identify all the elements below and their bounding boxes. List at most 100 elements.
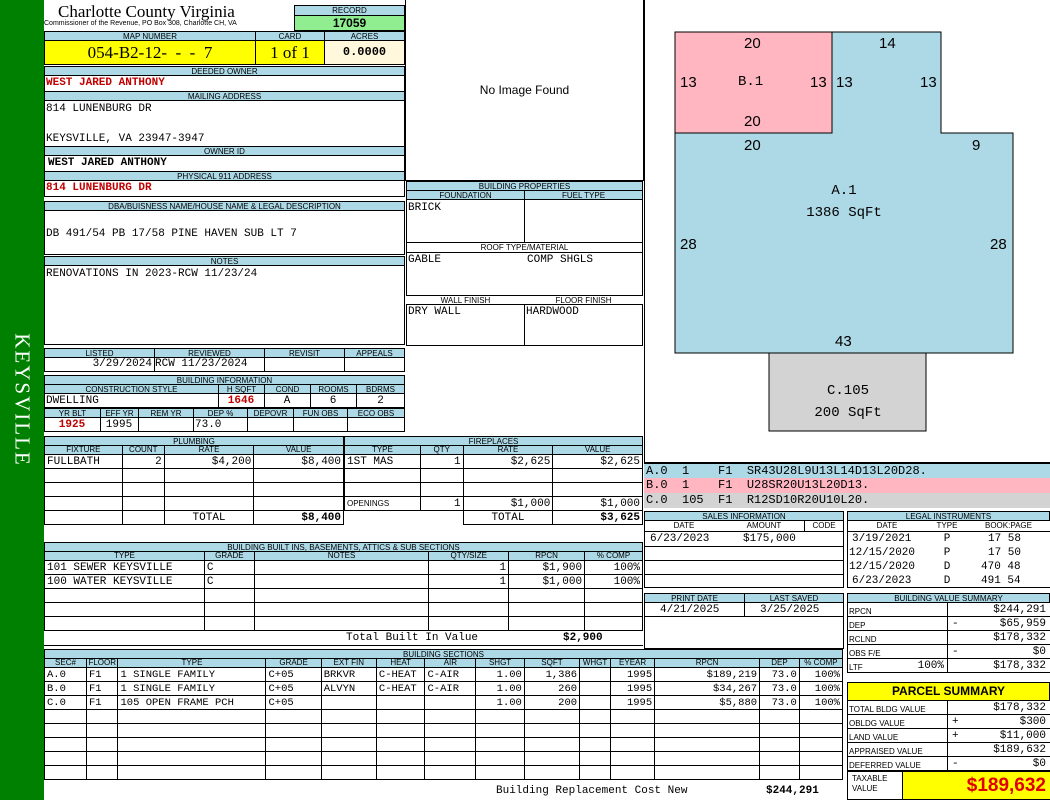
print-date-value: 4/21/2025 <box>660 604 720 616</box>
table-row <box>44 765 844 780</box>
section-extfin: ALVYN <box>320 681 377 696</box>
sale-amount: $175,000 <box>743 533 796 545</box>
fireplace-header-value: VALUE <box>552 445 643 455</box>
divider <box>644 546 844 547</box>
section-rpcn: $189,219 <box>654 667 761 682</box>
parcel-obldg-value: $300 <box>1019 716 1046 728</box>
section-comp: 100% <box>798 681 844 696</box>
replacement-cost-value: $244,291 <box>766 785 819 797</box>
builtin-comp: 100% <box>584 560 643 575</box>
builtins-header-notes: NOTES <box>253 551 430 561</box>
instr-bookpage: 17 58 <box>988 533 1022 545</box>
parcel-bldg-label: TOTAL BLDG VALUE <box>849 705 926 714</box>
section-whgt <box>579 681 611 696</box>
dim-b-top: 20 <box>744 35 761 52</box>
dim-a-left-upper: 13 <box>836 74 853 91</box>
fireplace-header-type: TYPE <box>344 445 421 455</box>
print-spacer <box>644 617 844 649</box>
plumbing-total-label: TOTAL <box>163 510 255 525</box>
divider <box>644 574 844 575</box>
county-subtitle: Commissioner of the Revenue, PO Box 308,… <box>44 20 237 27</box>
parcel-appraised-value: $189,632 <box>993 744 1046 756</box>
sketch-b-label: B.1 <box>738 74 764 90</box>
table-row <box>44 602 643 617</box>
sketch-a-label: A.1 <box>831 183 857 199</box>
sketch-labels: 20 14 13 B.1 13 13 13 20 20 9 A.1 1386 S… <box>644 0 1050 463</box>
hsqft-value: 1646 <box>227 395 255 407</box>
section-type: 1 SINGLE FAMILY <box>117 681 267 696</box>
builtins-table: TYPE GRADE NOTES QTY/SIZE RPCN% COMP 101 SEW… <box>44 551 643 631</box>
roof-type-value: GABLE <box>408 254 442 266</box>
sections-header-dep: DEP <box>759 658 800 668</box>
parcel-bldg-value: $178,332 <box>993 702 1046 714</box>
bvs-obs-value: $0 <box>1032 646 1046 658</box>
dim-b-right: 13 <box>810 74 827 91</box>
section-shgt: 1.00 <box>475 667 525 682</box>
builtin-comp: 100% <box>584 574 643 589</box>
instr-header-type: TYPE <box>936 521 958 530</box>
bvs-rclnd-value: $178,332 <box>993 632 1046 644</box>
section-extfin <box>320 695 377 710</box>
taxable-label: TAXABLE VALUE <box>852 774 888 793</box>
fireplaces-table: TYPE QTY RATE VALUE 1ST MAS 1 $2,625 $2,625 OP… <box>344 445 643 525</box>
replacement-cost-label: Building Replacement Cost New <box>496 785 688 797</box>
divider <box>347 417 348 432</box>
builtin-type: 100 WATER KEYSVILLE <box>44 574 205 589</box>
sections-header-heat: HEAT <box>375 658 426 668</box>
builtin-grade: C <box>203 560 255 575</box>
fireplace-total-label: TOTAL <box>462 510 554 525</box>
table-row <box>44 737 844 752</box>
openings-rate: $1,000 <box>462 496 554 511</box>
plumbing-count: 2 <box>121 454 165 469</box>
plumbing-value: $8,400 <box>253 454 344 469</box>
builtin-notes <box>253 574 430 589</box>
sketch-a-area: 1386 SqFt <box>806 205 882 221</box>
sales-header-date: DATE <box>673 521 695 530</box>
dim-a-right-upper: 13 <box>920 74 937 91</box>
section-comp: 100% <box>798 667 844 682</box>
builtins-header-type: TYPE <box>44 551 205 561</box>
section-floor: F1 <box>85 667 119 682</box>
plumbing-header-value: VALUE <box>253 445 344 455</box>
section-extfin: BRKVR <box>320 667 377 682</box>
fireplace-rate: $2,625 <box>462 454 554 469</box>
floor-finish-value: HARDWOOD <box>526 306 579 318</box>
dim-a-top-mid: 20 <box>744 137 761 154</box>
openings-value: $1,000 <box>552 496 643 511</box>
county-header: Charlotte County Virginia Commissioner o… <box>44 0 294 31</box>
section-sqft: 260 <box>523 681 581 696</box>
divider <box>193 417 194 432</box>
dim-a-step: 14 <box>879 35 896 52</box>
instr-bookpage: 470 48 <box>981 561 1021 573</box>
openings-label: OPENINGS <box>344 496 421 511</box>
record-value: 17059 <box>294 15 405 31</box>
sketch-traces: A.0 1 F1 SR43U28L9U13L14D13L20D28. B.0 1… <box>644 463 1050 508</box>
map-number-value: 054-B2-12- - - 7 <box>44 40 256 65</box>
builtin-type: 101 SEWER KEYSVILLE <box>44 560 205 575</box>
instr-date: 3/19/2021 <box>852 533 912 545</box>
table-row <box>44 723 844 738</box>
plumbing-header-fixture: FIXTURE <box>44 445 123 455</box>
wall-finish-value: DRY WALL <box>408 306 461 318</box>
bvs-rpcn-value: $244,291 <box>993 604 1046 616</box>
section-air <box>424 695 477 710</box>
section-eyear: 1995 <box>609 667 656 682</box>
section-sec: A.0 <box>44 667 87 682</box>
fireplace-value: $2,625 <box>552 454 643 469</box>
sections-header-sec: SEC# <box>44 658 87 668</box>
table-row: 101 SEWER KEYSVILLE C 1 $1,900 100% <box>44 560 643 575</box>
foundation-value: BRICK <box>408 202 442 214</box>
instr-header-bookpage: BOOK:PAGE <box>985 521 1032 530</box>
legal-description-value: DB 491/54 PB 17/58 PINE HAVEN SUB LT 7 <box>46 228 297 240</box>
bvs-rpcn-label: RPCN <box>849 607 872 616</box>
sketch-c-label: C.105 <box>826 383 869 399</box>
parcel-appraised-label: APPRAISED VALUE <box>849 747 923 756</box>
builtins-total-label: Total Built In Value <box>346 632 479 644</box>
table-row: FULLBATH 2 $4,200 $8,400 <box>44 454 344 469</box>
municipality-label: KEYSVILLE <box>10 333 35 467</box>
dim-a-right: 28 <box>990 236 1007 253</box>
sections-header-grade: GRADE <box>265 658 322 668</box>
dep-value: 73.0 <box>195 419 222 431</box>
builtins-header-rpcn: RPCN <box>508 551 586 561</box>
fireplace-header-qty: QTY <box>419 445 464 455</box>
